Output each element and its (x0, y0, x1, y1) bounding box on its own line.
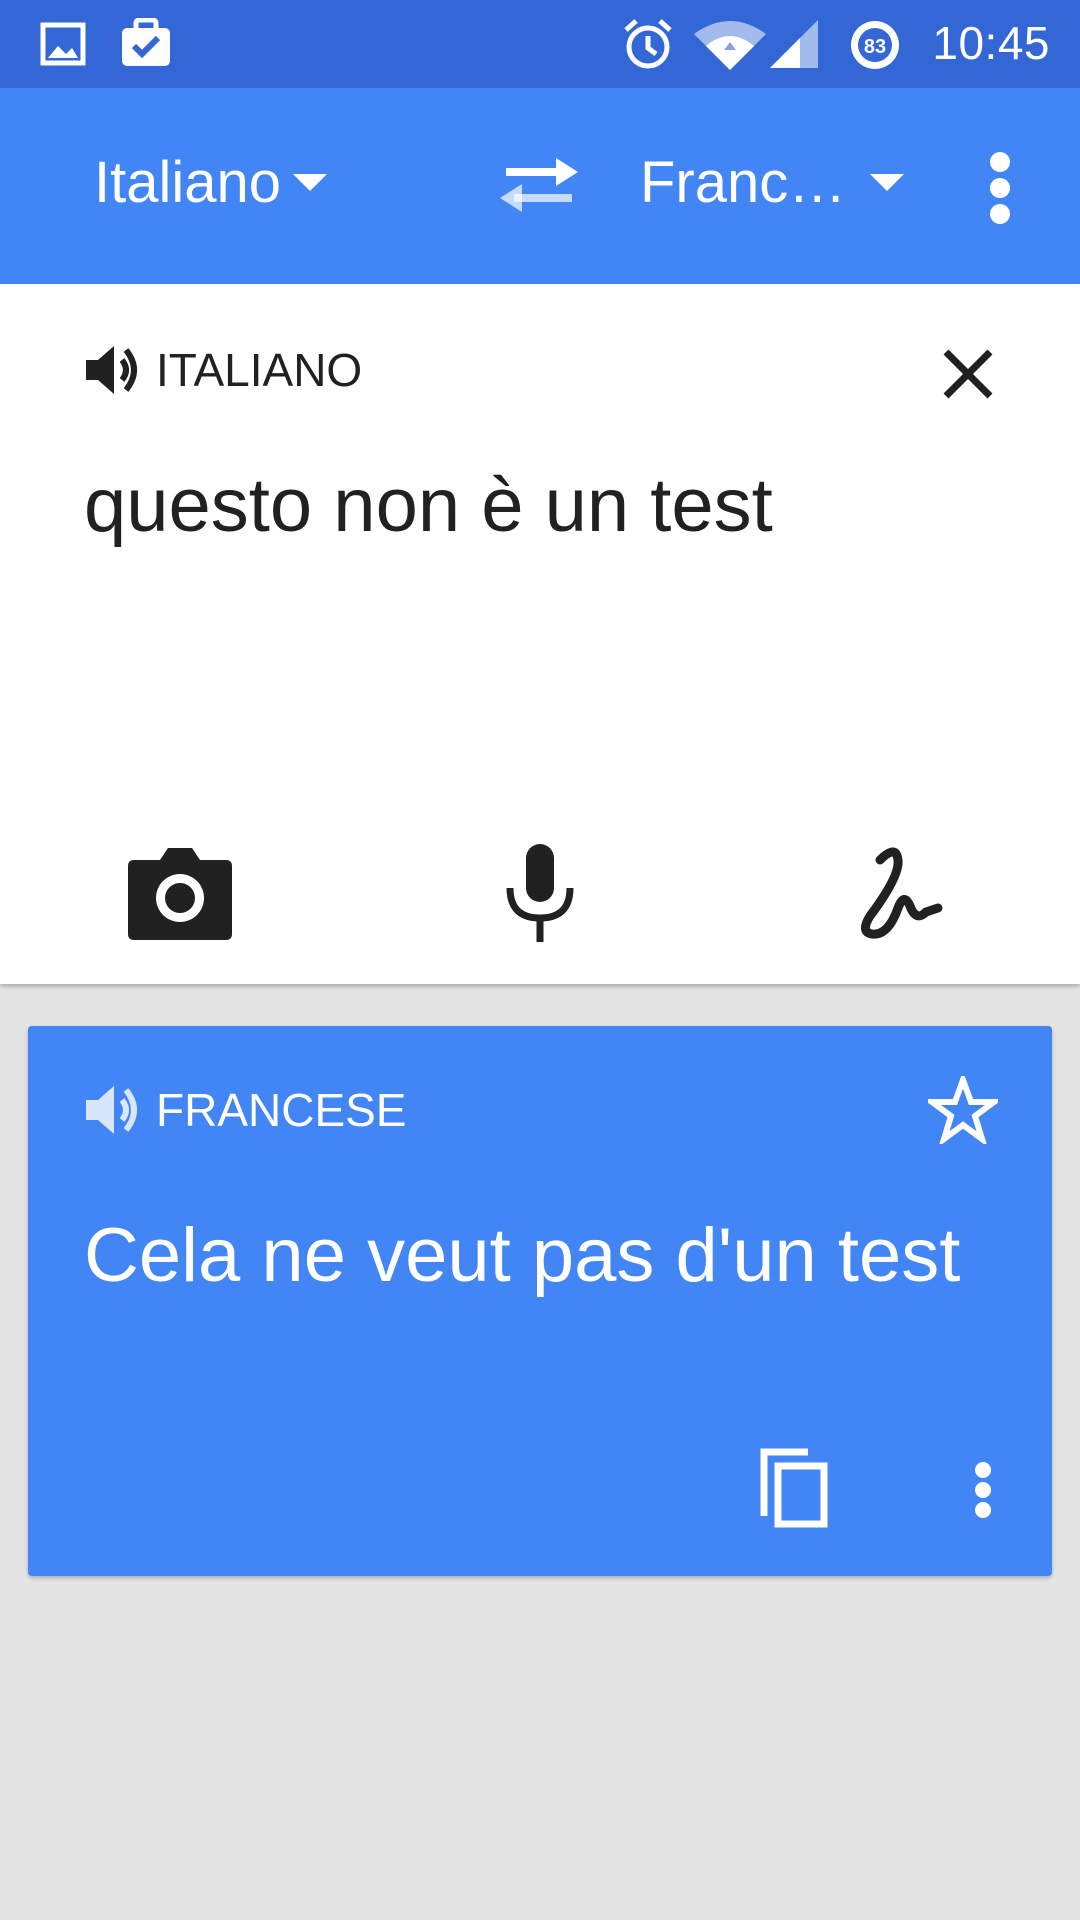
target-language-name: FRANCESE (156, 1084, 407, 1136)
close-icon[interactable] (932, 338, 1004, 410)
speaker-icon[interactable] (84, 1084, 140, 1136)
source-language-label: Italiano (94, 150, 282, 215)
handwriting-icon[interactable] (854, 842, 944, 942)
status-bar: 83 10:45 (0, 0, 1080, 88)
star-icon[interactable] (928, 1076, 998, 1144)
alarm-icon (624, 19, 672, 69)
target-language-header: FRANCESE (84, 1080, 406, 1140)
source-language-selector[interactable]: Italiano (94, 148, 328, 218)
source-language-header: ITALIANO (84, 340, 362, 400)
battery-level: 83 (864, 36, 886, 58)
microphone-icon[interactable] (502, 842, 578, 946)
battery-icon: 83 (851, 21, 899, 69)
source-language-name: ITALIANO (156, 344, 363, 396)
chevron-down-icon (293, 174, 328, 192)
clock: 10:45 (932, 17, 1050, 69)
camera-icon[interactable] (126, 842, 234, 942)
chevron-down-icon (870, 174, 905, 192)
copy-icon[interactable] (758, 1446, 830, 1530)
more-vert-icon[interactable] (980, 146, 1020, 226)
signal-icon (770, 20, 818, 68)
wifi-icon (694, 21, 766, 70)
translation-result-card[interactable]: FRANCESE Cela ne veut pas d'un test (28, 1026, 1052, 1576)
source-text-input[interactable]: questo non è un test (84, 462, 773, 549)
translated-text[interactable]: Cela ne veut pas d'un test (84, 1212, 960, 1299)
target-language-label: Franc… (640, 150, 847, 215)
swap-languages-icon[interactable] (496, 150, 582, 220)
language-toolbar: Italiano Franc… (0, 88, 1080, 284)
target-language-selector[interactable]: Franc… (640, 148, 905, 218)
image-icon (40, 22, 86, 66)
clipboard-check-icon (122, 18, 170, 66)
more-vert-icon[interactable] (968, 1458, 998, 1528)
speaker-icon[interactable] (84, 344, 140, 396)
source-input-card[interactable]: ITALIANO questo non è un test (0, 284, 1080, 984)
